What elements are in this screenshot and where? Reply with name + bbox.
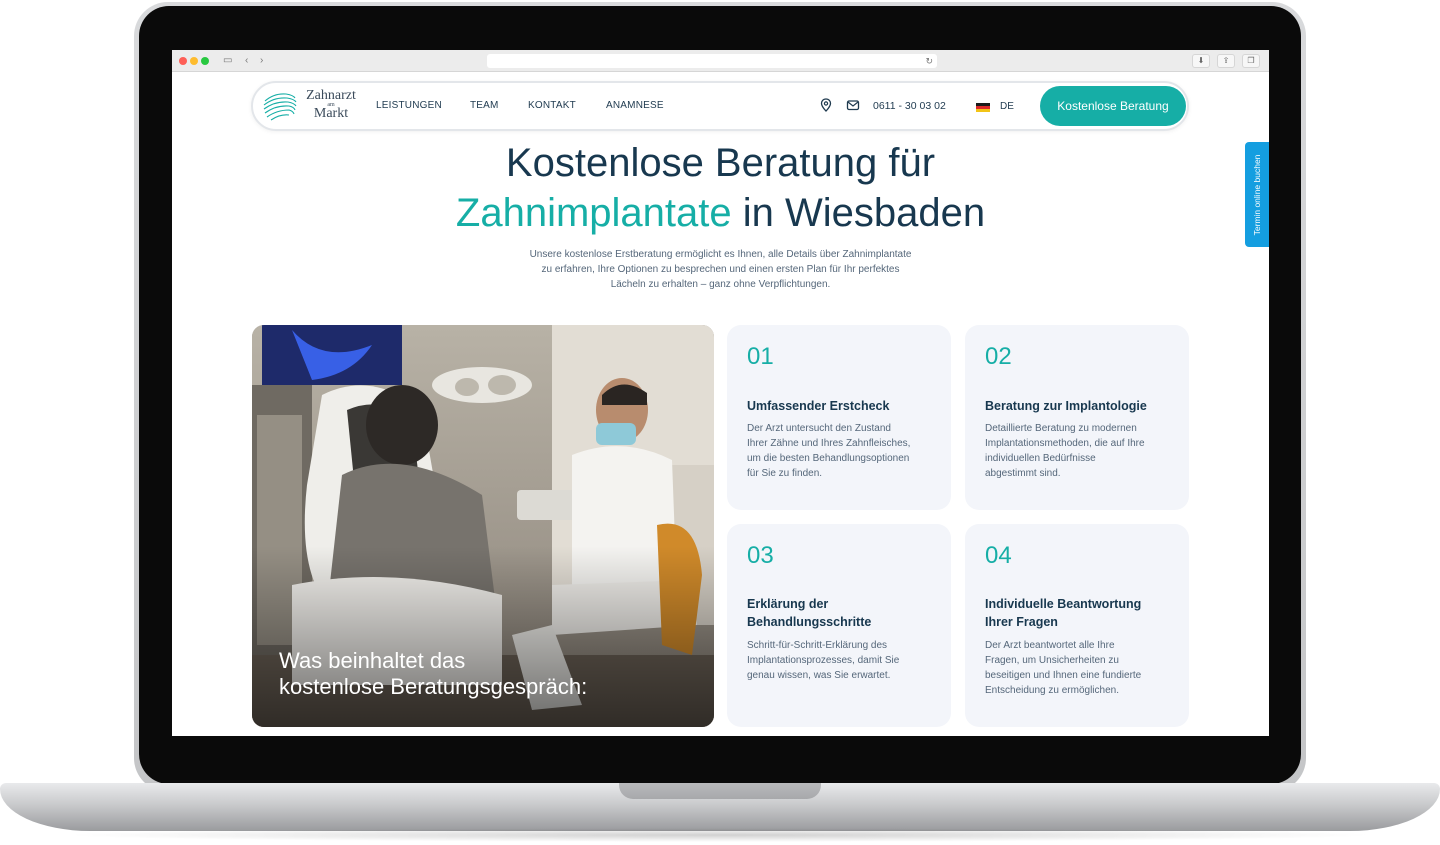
logo-wordmark[interactable]: Zahnarzt am Markt xyxy=(301,89,361,121)
step-text-line: Entscheidung zu ermöglichen. xyxy=(985,685,1119,696)
logo-line-1: Zahnarzt xyxy=(306,88,356,103)
step-number: 04 xyxy=(985,542,1012,569)
step-number: 01 xyxy=(747,343,774,370)
page-title: Kostenlose Beratung für Zahnimplantate i… xyxy=(172,138,1269,238)
laptop-shadow xyxy=(60,828,1380,842)
close-window-button[interactable] xyxy=(179,57,187,65)
step-number: 03 xyxy=(747,542,774,569)
step-title-line: Ihrer Fragen xyxy=(985,615,1058,629)
step-description: Schritt-für-Schritt-Erklärung des Implan… xyxy=(747,638,932,683)
laptop-notch xyxy=(619,783,821,799)
nav-leistungen[interactable]: LEISTUNGEN xyxy=(376,100,442,111)
photo-caption-line-2: kostenlose Beratungsgespräch: xyxy=(279,674,588,699)
step-title: Beratung zur Implantologie xyxy=(985,397,1175,415)
step-text-line: Schritt-für-Schritt-Erklärung des xyxy=(747,640,888,651)
page-subtitle: Unsere kostenlose Erstberatung ermöglich… xyxy=(502,247,939,292)
step-card-2: 02 Beratung zur Implantologie Detaillier… xyxy=(965,325,1189,510)
subtitle-line-2: zu erfahren, Ihre Optionen zu besprechen… xyxy=(541,264,900,275)
step-text-line: um die besten Behandlungsoptionen xyxy=(747,453,910,464)
step-card-4: 04 Individuelle Beantwortung Ihrer Frage… xyxy=(965,524,1189,727)
step-title-line: Beratung zur Implantologie xyxy=(985,399,1147,413)
download-icon[interactable]: ⬇ xyxy=(1192,54,1210,68)
title-rest: in Wiesbaden xyxy=(731,191,986,235)
forward-arrow-icon[interactable]: › xyxy=(260,54,263,68)
nav-kontakt[interactable]: KONTAKT xyxy=(528,100,576,111)
step-text-line: Der Arzt beantwortet alle Ihre xyxy=(985,640,1115,651)
step-text-line: Ihrer Zähne und Ihres Zahnfleisches, xyxy=(747,438,911,449)
mail-icon[interactable] xyxy=(846,98,860,112)
maximize-window-button[interactable] xyxy=(201,57,209,65)
step-title: Erklärung der Behandlungsschritte xyxy=(747,595,937,631)
step-title: Umfassender Erstcheck xyxy=(747,397,937,415)
step-text-line: individuellen Bedürfnisse xyxy=(985,453,1096,464)
step-title-line: Behandlungsschritte xyxy=(747,615,872,629)
step-text-line: beseitigen und Ihnen eine fundierte xyxy=(985,670,1142,681)
title-line-1: Kostenlose Beratung für xyxy=(505,141,936,185)
phone-number-link[interactable]: 0611 - 30 03 02 xyxy=(873,100,946,112)
nav-team[interactable]: TEAM xyxy=(470,100,499,111)
logo-line-3: Markt xyxy=(313,106,349,121)
photo-caption: Was beinhaltet das kostenlose Beratungsg… xyxy=(279,648,699,700)
subtitle-line-1: Unsere kostenlose Erstberatung ermöglich… xyxy=(529,249,912,260)
address-bar[interactable]: ↻ xyxy=(487,54,937,68)
logo-icon[interactable] xyxy=(262,89,298,123)
location-pin-icon[interactable] xyxy=(819,98,833,112)
step-text-line: Fragen, um Unsicherheiten zu xyxy=(985,655,1119,666)
site-header: Zahnarzt am Markt LEISTUNGEN TEAM KONTAK… xyxy=(251,81,1189,131)
step-card-1: 01 Umfassender Erstcheck Der Arzt unters… xyxy=(727,325,951,510)
nav-anamnese[interactable]: ANAMNESE xyxy=(606,100,664,111)
step-title-line: Individuelle Beantwortung xyxy=(985,597,1142,611)
step-description: Detaillierte Beratung zu modernen Implan… xyxy=(985,421,1170,481)
reload-icon[interactable]: ↻ xyxy=(925,54,933,68)
step-text-line: Implantationsmethoden, die auf Ihre xyxy=(985,438,1145,449)
language-selector[interactable]: DE xyxy=(1000,101,1014,112)
back-arrow-icon[interactable]: ‹ xyxy=(245,54,248,68)
step-title: Individuelle Beantwortung Ihrer Fragen xyxy=(985,595,1175,631)
german-flag-icon[interactable] xyxy=(976,103,990,112)
subtitle-line-3: Lächeln zu erhalten – ganz ohne Verpflic… xyxy=(610,279,831,290)
photo-caption-line-1: Was beinhaltet das xyxy=(279,648,466,673)
step-text-line: Implantationsprozesses, damit Sie xyxy=(747,655,900,666)
step-number: 02 xyxy=(985,343,1012,370)
share-icon[interactable]: ⇪ xyxy=(1217,54,1235,68)
minimize-window-button[interactable] xyxy=(190,57,198,65)
tabs-overview-icon[interactable]: ❐ xyxy=(1242,54,1260,68)
sidebar-toggle-icon[interactable]: ▭ xyxy=(223,54,232,68)
step-title-line: Umfassender Erstcheck xyxy=(747,399,890,413)
browser-toolbar: ▭ ‹ › ↻ ⬇ ⇪ ❐ xyxy=(172,50,1269,72)
step-description: Der Arzt beantwortet alle Ihre Fragen, u… xyxy=(985,638,1170,698)
step-text-line: Detaillierte Beratung zu modernen xyxy=(985,423,1137,434)
step-text-line: Der Arzt untersucht den Zustand xyxy=(747,423,891,434)
free-consultation-button[interactable]: Kostenlose Beratung xyxy=(1040,86,1186,126)
step-card-3: 03 Erklärung der Behandlungsschritte Sch… xyxy=(727,524,951,727)
step-description: Der Arzt untersucht den Zustand Ihrer Zä… xyxy=(747,421,932,481)
step-text-line: für Sie zu finden. xyxy=(747,468,823,479)
step-text-line: abgestimmt sind. xyxy=(985,468,1061,479)
step-title-line: Erklärung der xyxy=(747,597,829,611)
browser-screen: ▭ ‹ › ↻ ⬇ ⇪ ❐ Zahnarzt am Markt LEISTUNG… xyxy=(172,50,1269,736)
consultation-photo: Was beinhaltet das kostenlose Beratungsg… xyxy=(252,325,714,727)
title-accent: Zahnimplantate xyxy=(455,191,732,235)
step-text-line: genau wissen, was Sie erwartet. xyxy=(747,670,891,681)
